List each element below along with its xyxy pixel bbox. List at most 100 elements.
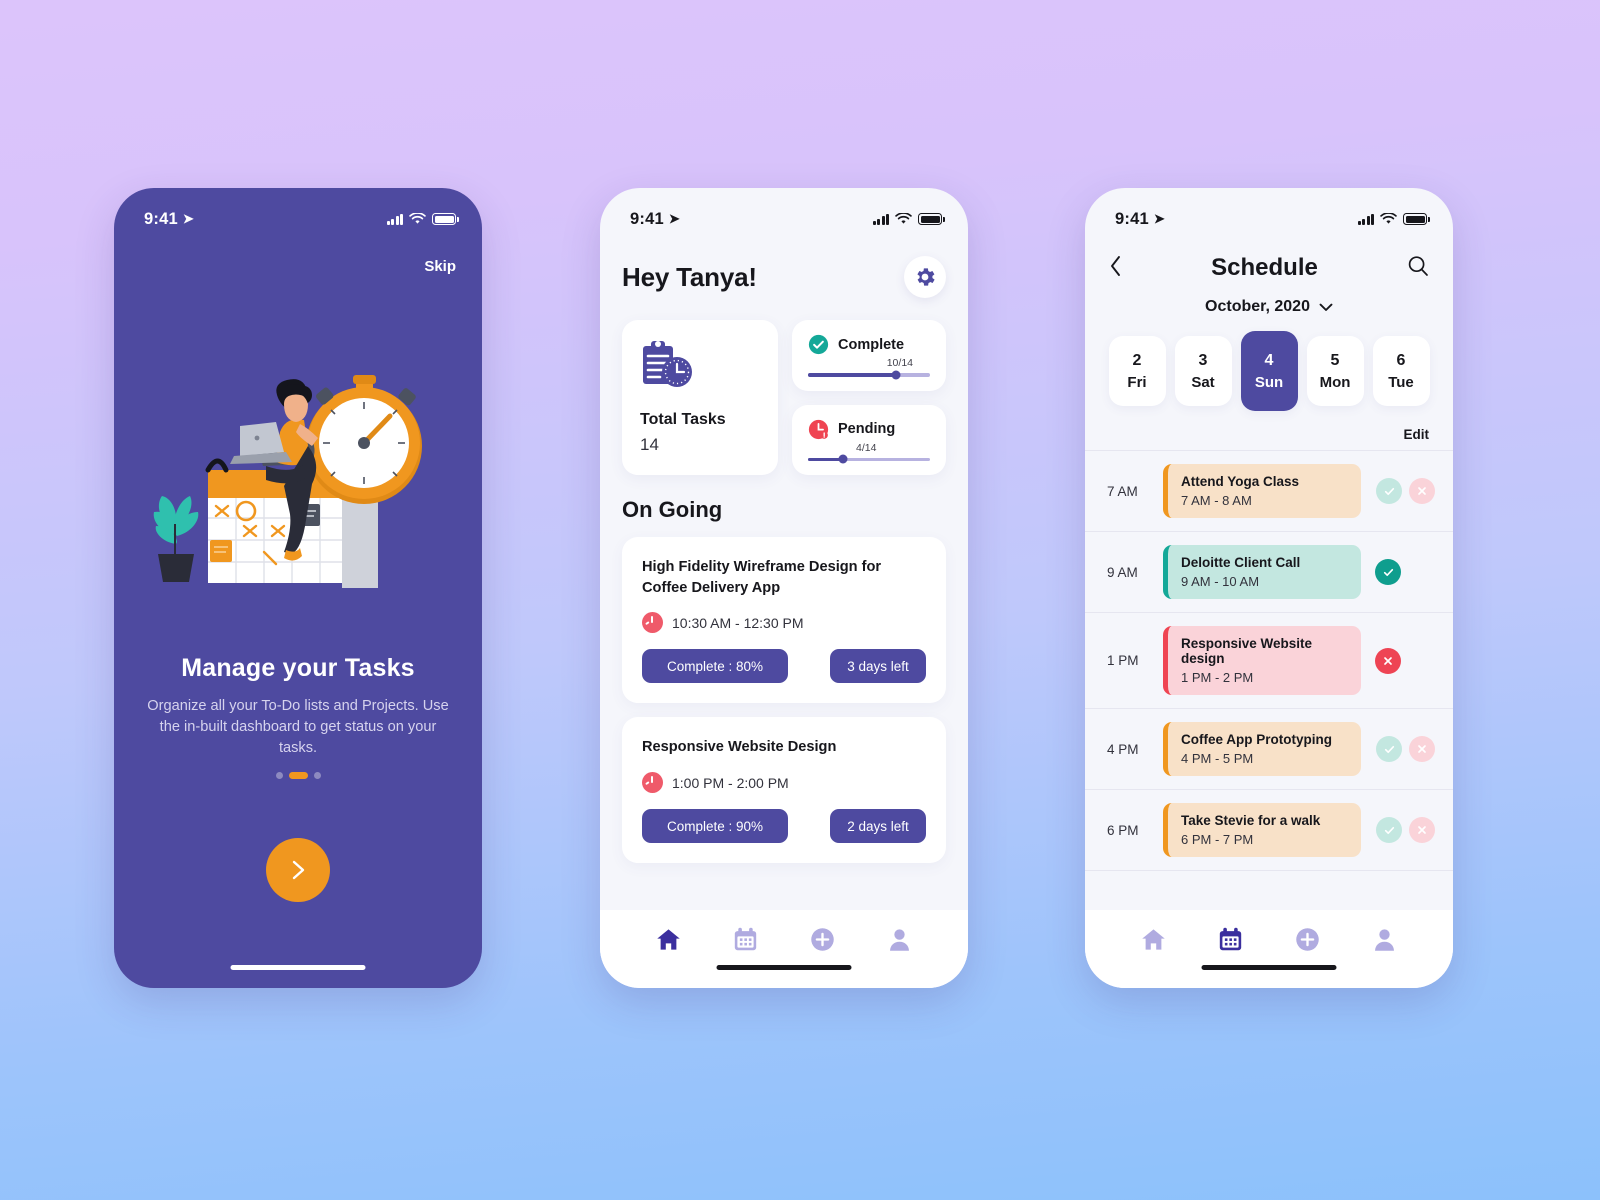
section-title-ongoing: On Going: [622, 497, 723, 522]
row-hour: 9 AM: [1107, 564, 1138, 580]
battery-icon: [432, 213, 459, 225]
row-hour: 1 PM: [1107, 653, 1139, 668]
schedule-row[interactable]: 1 PM Responsive Website design 1 PM - 2 …: [1085, 612, 1453, 708]
check-circle-icon: [808, 334, 829, 355]
location-arrow-icon: ➤: [668, 211, 680, 226]
event-block[interactable]: Take Stevie for a walk 6 PM - 7 PM: [1163, 803, 1361, 857]
day-number: 4: [1264, 351, 1274, 369]
complete-ratio: 10/14: [886, 357, 913, 369]
nav-home-icon[interactable]: [1140, 926, 1167, 958]
status-bar-indicators: [872, 213, 945, 225]
event-title: Responsive Website design: [1181, 636, 1313, 666]
event-range: 9 AM - 10 AM: [1181, 574, 1260, 589]
back-button[interactable]: [1109, 255, 1122, 282]
check-icon: [1384, 745, 1394, 753]
event-range: 4 PM - 5 PM: [1181, 751, 1254, 766]
day-of-week: Tue: [1388, 373, 1414, 391]
month-selector[interactable]: October, 2020: [1085, 298, 1453, 316]
pending-progress-bar[interactable]: [808, 454, 930, 464]
accept-button[interactable]: [1376, 736, 1402, 762]
complete-progress-bar[interactable]: [808, 370, 930, 380]
task-complete-button[interactable]: Complete : 80%: [642, 649, 788, 684]
location-arrow-icon: ➤: [1153, 211, 1165, 226]
stats-row: Total Tasks 14 Complete 10/14 Pending 4/…: [622, 320, 946, 475]
accept-button[interactable]: [1376, 478, 1402, 504]
pager-dot-3[interactable]: [313, 772, 321, 779]
day-pill-2-fri[interactable]: 2 Fri: [1108, 336, 1166, 406]
pending-ratio: 4/14: [856, 441, 877, 454]
search-button[interactable]: [1407, 255, 1429, 282]
edit-button[interactable]: Edit: [1085, 411, 1453, 450]
task-card[interactable]: Responsive Website Design 1:00 PM - 2:00…: [622, 717, 946, 864]
close-icon: [1418, 826, 1426, 834]
bottom-navigation-bar: [1085, 910, 1453, 988]
task-card[interactable]: High Fidelity Wireframe Design for Coffe…: [622, 537, 946, 704]
event-block[interactable]: Responsive Website design 1 PM - 2 PM: [1163, 626, 1361, 695]
wifi-icon: [1380, 213, 1397, 224]
day-number: 2: [1132, 351, 1142, 369]
task-title: High Fidelity Wireframe Design for Coffe…: [642, 559, 882, 596]
onboarding-phone-screen: 9:41 ➤ Skip Manage your Tasks Organize a…: [114, 188, 482, 988]
task-days-left-button[interactable]: 3 days left: [830, 649, 926, 684]
schedule-row[interactable]: 4 PM Coffee App Prototyping 4 PM - 5 PM: [1085, 708, 1453, 789]
day-of-week: Mon: [1319, 373, 1351, 391]
day-number: 3: [1198, 351, 1208, 369]
battery-icon: [918, 213, 945, 225]
task-days-left-button[interactable]: 2 days left: [830, 809, 926, 844]
event-block[interactable]: Deloitte Client Call 9 AM - 10 AM: [1163, 545, 1361, 599]
status-bar-indicators: [386, 213, 459, 225]
cellular-bars-icon: [872, 213, 889, 225]
pager-dot-2-active[interactable]: [288, 772, 308, 779]
task-time-text: 1:00 PM - 2:00 PM: [672, 774, 789, 791]
schedule-phone-screen: 9:41 ➤ Schedule October, 2020 2 Fri 3 Sa…: [1085, 188, 1453, 988]
day-pill-5-mon[interactable]: 5 Mon: [1306, 336, 1364, 406]
complete-stat-card[interactable]: Complete 10/14: [792, 320, 946, 391]
event-block[interactable]: Coffee App Prototyping 4 PM - 5 PM: [1163, 722, 1361, 776]
day-pill-3-sat[interactable]: 3 Sat: [1174, 336, 1232, 406]
dashboard-header: Hey Tanya!: [622, 256, 946, 298]
reject-button[interactable]: [1409, 736, 1435, 762]
schedule-row[interactable]: 7 AM Attend Yoga Class 7 AM - 8 AM: [1085, 450, 1453, 531]
day-of-week: Fri: [1127, 373, 1147, 391]
total-tasks-label: Total Tasks: [640, 411, 726, 428]
nav-add-icon[interactable]: [809, 926, 836, 958]
cellular-bars-icon: [1357, 213, 1374, 225]
nav-home-icon[interactable]: [655, 926, 682, 958]
reject-button[interactable]: [1409, 478, 1435, 504]
day-pill-4-sun-selected[interactable]: 4 Sun: [1240, 331, 1298, 411]
task-complete-button[interactable]: Complete : 90%: [642, 809, 788, 844]
status-bar-time-group: 9:41 ➤: [630, 210, 680, 229]
reject-button[interactable]: [1409, 817, 1435, 843]
nav-calendar-icon[interactable]: [1217, 926, 1244, 958]
event-range: 1 PM - 2 PM: [1181, 670, 1254, 685]
schedule-row[interactable]: 6 PM Take Stevie for a walk 6 PM - 7 PM: [1085, 789, 1453, 870]
accepted-status-badge[interactable]: [1375, 559, 1401, 585]
settings-button[interactable]: [904, 256, 946, 298]
task-time-text: 10:30 AM - 12:30 PM: [672, 614, 804, 631]
event-block[interactable]: Attend Yoga Class 7 AM - 8 AM: [1163, 464, 1361, 518]
check-icon: [1383, 568, 1393, 576]
close-icon: [1418, 745, 1426, 753]
check-icon: [1384, 826, 1394, 834]
clock-icon: [642, 772, 663, 794]
status-bar-time: 9:41: [1115, 209, 1149, 228]
pager-dot-1[interactable]: [275, 772, 283, 779]
home-indicator: [716, 965, 852, 970]
skip-button[interactable]: Skip: [424, 258, 456, 275]
check-icon: [1384, 487, 1394, 495]
status-bar-time: 9:41: [630, 209, 664, 228]
nav-add-icon[interactable]: [1294, 926, 1321, 958]
day-picker: 2 Fri 3 Sat 4 Sun 5 Mon 6 Tue: [1085, 331, 1453, 411]
nav-profile-icon[interactable]: [1371, 926, 1398, 958]
nav-calendar-icon[interactable]: [732, 926, 759, 958]
next-button[interactable]: [266, 838, 330, 902]
nav-profile-icon[interactable]: [886, 926, 913, 958]
schedule-row[interactable]: 9 AM Deloitte Client Call 9 AM - 10 AM: [1085, 531, 1453, 612]
rejected-status-badge[interactable]: [1375, 647, 1401, 674]
day-pill-6-tue[interactable]: 6 Tue: [1372, 336, 1430, 406]
day-number: 5: [1330, 351, 1340, 369]
total-tasks-card[interactable]: Total Tasks 14: [622, 320, 778, 475]
pager-dots: [114, 772, 482, 779]
pending-stat-card[interactable]: Pending 4/14: [792, 404, 946, 475]
accept-button[interactable]: [1376, 817, 1402, 843]
